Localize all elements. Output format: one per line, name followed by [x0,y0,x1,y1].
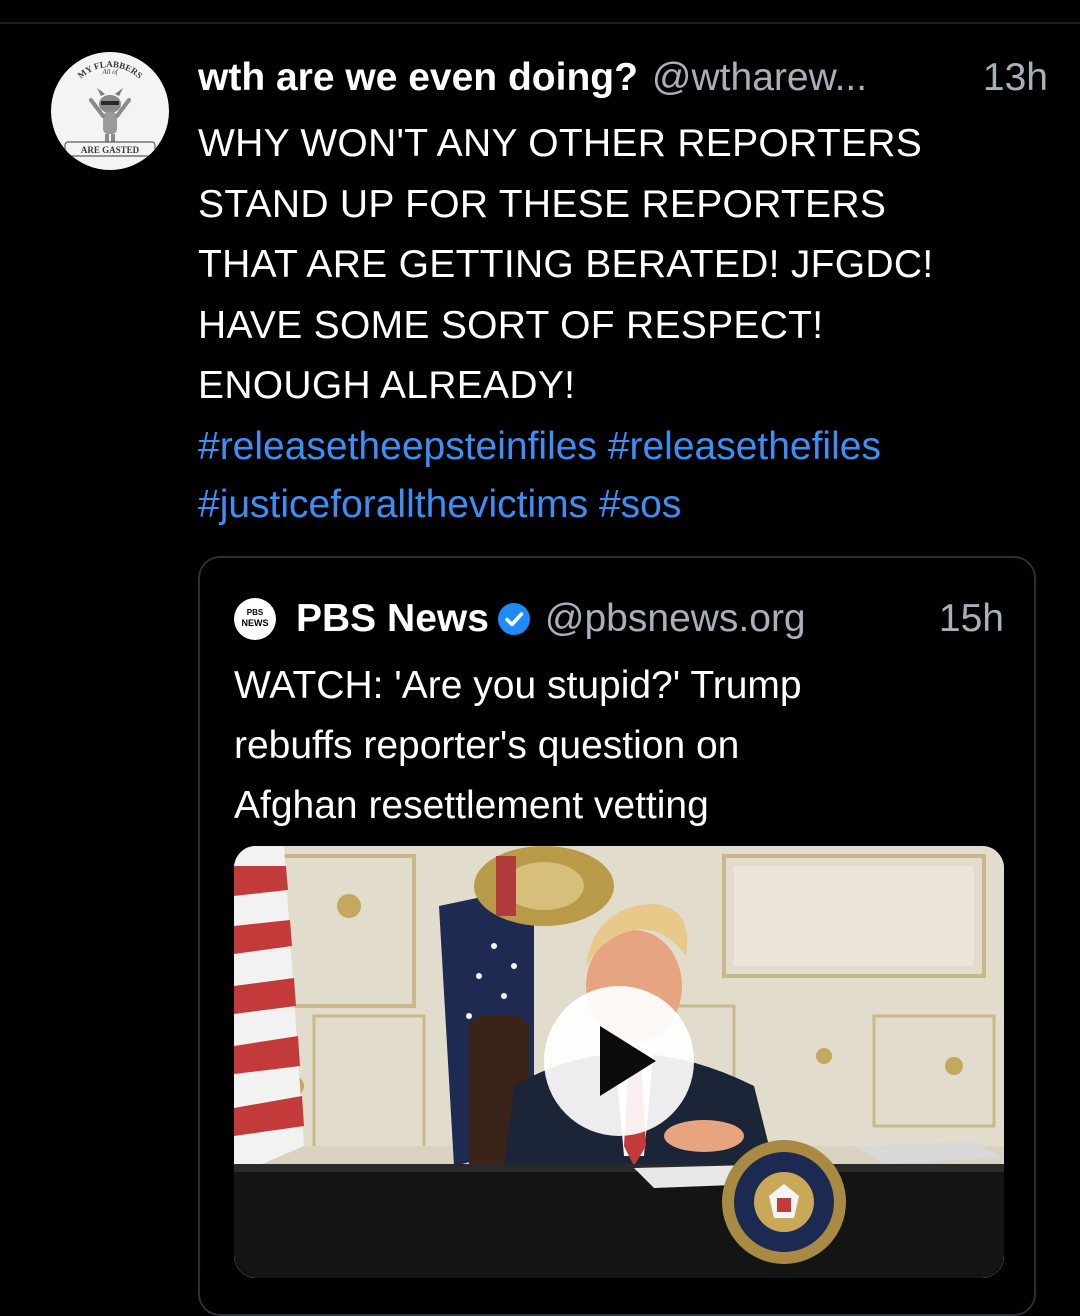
quoted-timestamp[interactable]: 15h [939,597,1004,641]
play-button[interactable] [544,986,694,1136]
post-text-line: STAND UP FOR THESE REPORTERS [198,182,887,226]
avatar-image: MY FLABBERS All of ARE GASTED [52,53,168,169]
pbs-news-avatar[interactable]: PBS NEWS [234,598,276,640]
user-handle[interactable]: @wtharew... [652,54,867,102]
hashtag-link[interactable]: #sos [599,483,681,526]
post-text-line: ENOUGH ALREADY! [198,364,576,407]
quoted-post-body: WATCH: 'Are you stupid?' Trump rebuffs r… [234,656,994,836]
post-text-line: WHY WON'T ANY OTHER REPORTERS [198,122,923,165]
pbs-avatar-label: PBS NEWS [241,608,269,628]
quoted-text-line: WATCH: 'Are you stupid?' Trump [234,664,802,707]
hashtag-link[interactable]: #justiceforallthevictims [198,483,588,526]
hashtag-link[interactable]: #releasetheepsteinfiles [198,425,597,468]
quoted-post-card[interactable]: PBS NEWS PBS News @pbsnews.org 15h WATCH:… [198,556,1036,1316]
avatar-bottom-text: ARE GASTED [81,145,140,155]
post-text-line: THAT ARE GETTING BERATED! JFGDC! [198,243,934,286]
user-avatar[interactable]: MY FLABBERS All of ARE GASTED [51,52,169,170]
post-text-line: HAVE SOME SORT OF RESPECT! [198,303,824,347]
post-header: wth are we even doing? @wtharew... 13h [198,54,1048,104]
post-body: WHY WON'T ANY OTHER REPORTERS STAND UP F… [198,114,1038,417]
verified-badge-icon [497,603,530,635]
display-name[interactable]: wth are we even doing? [198,54,638,102]
avatar-small-text: All of [101,68,118,76]
hashtag-list: #releasetheepsteinfiles #releasethefiles… [198,418,1058,534]
quoted-text-line: Afghan resettlement vetting [234,784,709,827]
play-icon [600,1026,656,1096]
quoted-post-header: PBS NEWS PBS News @pbsnews.org 15h [234,594,1004,644]
quoted-display-name[interactable]: PBS News [296,597,489,641]
hashtag-link[interactable]: #releasethefiles [608,425,881,468]
quoted-handle[interactable]: @pbsnews.org [545,597,806,641]
video-thumbnail[interactable] [234,846,1004,1278]
quoted-text-line: rebuffs reporter's question on [234,724,740,767]
divider [0,22,1080,24]
post[interactable]: MY FLABBERS All of ARE GASTED wth are we… [0,0,1080,1316]
post-timestamp[interactable]: 13h [983,54,1048,102]
